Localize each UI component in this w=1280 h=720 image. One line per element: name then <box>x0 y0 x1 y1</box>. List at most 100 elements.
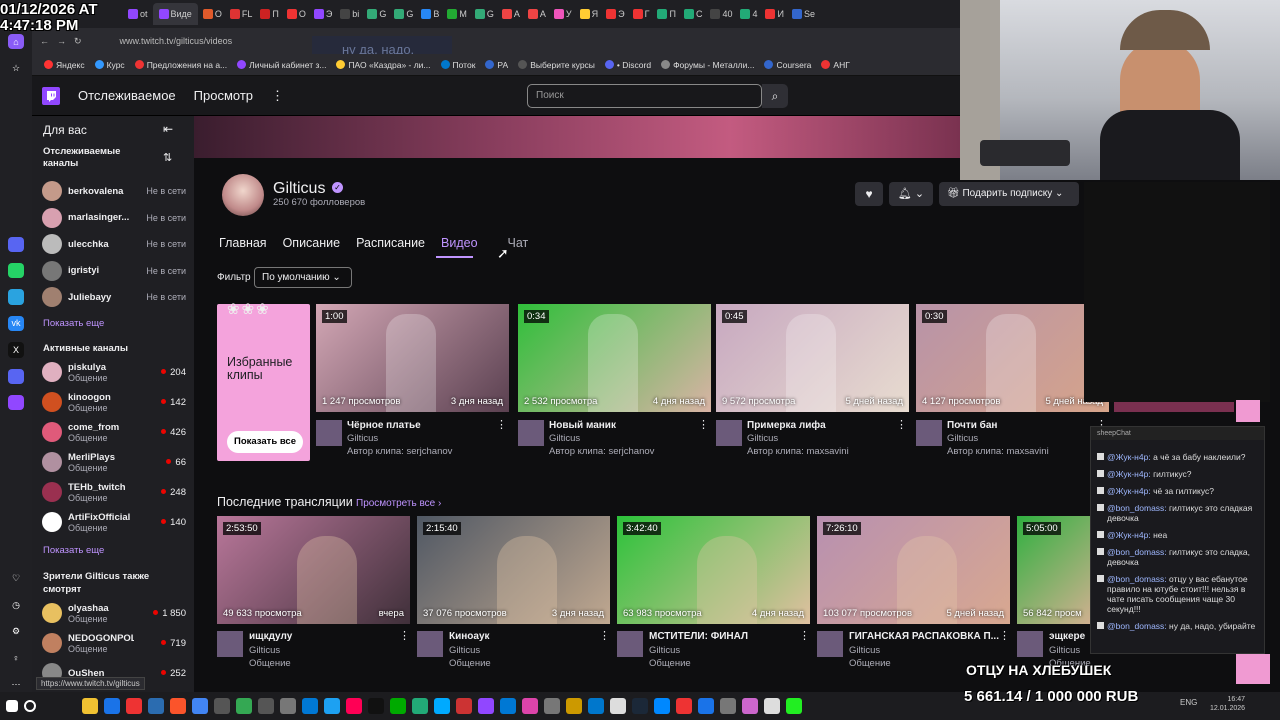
settings-icon[interactable]: ⚙ <box>8 624 24 639</box>
clip-title[interactable]: Почти бан <box>947 420 997 431</box>
browser-tab[interactable]: ot <box>125 3 151 25</box>
stream-title[interactable]: МСТИТЕЛИ: ФИНАЛ <box>649 631 748 642</box>
bookmark-item[interactable]: ПАО «Каздра» - ли... <box>336 60 431 70</box>
taskbar-app-icon[interactable] <box>698 698 714 714</box>
stream-title[interactable]: эщкере <box>1049 631 1085 642</box>
discord-icon[interactable] <box>8 368 24 384</box>
sidebar-channel[interactable]: kinoogon Общение 142 <box>42 389 194 415</box>
stream-category[interactable]: Общение <box>449 658 491 669</box>
taskbar-app-icon[interactable] <box>148 698 164 714</box>
nav-browse[interactable]: Просмотр <box>194 88 253 103</box>
nav-more-icon[interactable]: ⋮ <box>271 88 284 104</box>
stream-title[interactable]: ГИГАНСКАЯ РАСПАКОВКА П... <box>849 631 999 642</box>
sidebar-channel[interactable]: ulecchka Не в сети <box>42 231 194 257</box>
stream-menu-icon[interactable]: ⋮ <box>599 629 610 642</box>
taskbar-app-icon[interactable] <box>368 698 384 714</box>
channel-tab[interactable]: Главная <box>219 236 267 250</box>
stream-category[interactable]: Общение <box>849 658 891 669</box>
clip-thumbnail[interactable]: 1:00 1 247 просмотров 3 дня назад <box>316 304 509 412</box>
search-taskbar-icon[interactable] <box>24 700 36 712</box>
stream-channel[interactable]: Gilticus <box>849 645 880 656</box>
featured-clips-card[interactable]: ❀❀❀ Избранные клипы Показать все <box>217 301 310 461</box>
sidebar-channel[interactable]: igristyi Не в сети <box>42 258 194 284</box>
avatar[interactable] <box>716 420 742 446</box>
sidebar-channel[interactable]: Juliebayy Не в сети <box>42 284 194 310</box>
taskbar-app-icon[interactable] <box>280 698 296 714</box>
bookmark-item[interactable]: • Discord <box>604 60 651 70</box>
clip-thumbnail[interactable]: 0:30 4 127 просмотров 5 дней назад <box>916 304 1109 412</box>
sort-icon[interactable]: ⇅ <box>163 151 172 164</box>
taskbar-app-icon[interactable] <box>104 698 120 714</box>
bookmark-item[interactable]: Поток <box>440 60 475 70</box>
browser-tab[interactable]: С <box>681 3 706 25</box>
star-icon[interactable]: ☆ <box>8 60 24 75</box>
stream-thumbnail[interactable]: 2:53:50 49 633 просмотра вчера <box>217 516 410 624</box>
avatar[interactable] <box>1017 631 1043 657</box>
taskbar-app-icon[interactable] <box>632 698 648 714</box>
channel-avatar[interactable] <box>222 174 264 216</box>
clip-menu-icon[interactable]: ⋮ <box>496 418 507 431</box>
browser-tab[interactable]: Г <box>630 3 653 25</box>
sidebar-channel[interactable]: olyashaa Общение 1 850 <box>42 600 194 626</box>
taskbar-app-icon[interactable] <box>544 698 560 714</box>
browser-tab[interactable]: О <box>284 3 309 25</box>
browser-tab[interactable]: G <box>391 3 416 25</box>
sidebar-channel[interactable]: come_from Общение 426 <box>42 419 194 445</box>
taskbar-app-icon[interactable] <box>412 698 428 714</box>
taskbar-app-icon[interactable] <box>82 698 98 714</box>
vk-icon[interactable]: vk <box>8 315 24 332</box>
taskbar-app-icon[interactable] <box>390 698 406 714</box>
browser-tab[interactable]: Виде <box>152 3 198 25</box>
bookmark-item[interactable]: Выберите курсы <box>518 60 595 70</box>
collapse-icon[interactable]: ⇤ <box>163 122 173 136</box>
browser-tab[interactable]: О <box>200 3 225 25</box>
browser-tab[interactable]: G <box>472 3 497 25</box>
stream-title[interactable]: ищкдулу <box>249 631 292 642</box>
search-input[interactable]: Поиск <box>527 84 762 108</box>
x-icon[interactable]: X <box>8 342 24 358</box>
stream-thumbnail[interactable]: 5:05:00 56 842 просм <box>1017 516 1157 624</box>
clip-channel[interactable]: Gilticus <box>947 433 978 444</box>
stream-channel[interactable]: Gilticus <box>1049 645 1080 656</box>
bookmark-item[interactable]: Форумы - Металли... <box>661 60 754 70</box>
more-icon[interactable]: ⋯ <box>8 677 24 692</box>
stream-menu-icon[interactable]: ⋮ <box>799 629 810 642</box>
clip-title[interactable]: Новый маник <box>549 420 616 431</box>
search-icon[interactable]: ⌕ <box>762 84 788 108</box>
taskbar-app-icon[interactable] <box>742 698 758 714</box>
stream-channel[interactable]: Gilticus <box>649 645 680 656</box>
clip-menu-icon[interactable]: ⋮ <box>896 418 907 431</box>
bookmark-item[interactable]: Coursera <box>764 60 811 70</box>
show-all-clips-button[interactable]: Показать все <box>227 431 303 453</box>
browser-tab[interactable]: FL <box>227 3 256 25</box>
channel-tab[interactable]: Расписание <box>356 236 425 250</box>
browser-tab[interactable]: М <box>444 3 470 25</box>
stream-thumbnail[interactable]: 7:26:10 103 077 просмотров 5 дней назад <box>817 516 1010 624</box>
taskbar-app-icon[interactable] <box>258 698 274 714</box>
gift-sub-button[interactable]: 🎁︎ Подарить подписку ⌄ <box>939 182 1079 206</box>
sidebar-channel[interactable]: MerliPlays Общение 66 <box>42 449 194 475</box>
taskbar-app-icon[interactable] <box>324 698 340 714</box>
home-icon[interactable]: ⌂ <box>8 34 24 50</box>
bookmark-item[interactable]: Предложения на а... <box>134 60 227 70</box>
sidebar-channel[interactable]: berkovalena Не в сети <box>42 178 194 204</box>
clip-author[interactable]: Автор клипа: serjchanov <box>347 446 452 457</box>
avatar[interactable] <box>916 420 942 446</box>
channel-tab[interactable]: Видео <box>441 236 478 250</box>
browser-tab[interactable]: G <box>364 3 389 25</box>
filter-select[interactable]: По умолчанию ⌄ <box>254 267 352 288</box>
browser-tab[interactable]: А <box>525 3 549 25</box>
stream-category[interactable]: Общение <box>649 658 691 669</box>
browser-tab[interactable]: 40 <box>707 3 735 25</box>
bookmark-item[interactable]: Курс <box>94 60 125 70</box>
telegram-icon[interactable] <box>8 289 24 305</box>
browser-tab[interactable]: bi <box>337 3 362 25</box>
bookmark-item[interactable]: Личный кабинет з... <box>237 60 326 70</box>
taskbar-app-icon[interactable] <box>720 698 736 714</box>
clip-channel[interactable]: Gilticus <box>549 433 580 444</box>
view-all-link[interactable]: Просмотреть все › <box>356 498 441 509</box>
clip-author[interactable]: Автор клипа: serjchanov <box>549 446 654 457</box>
taskbar-app-icon[interactable] <box>610 698 626 714</box>
sidebar-channel[interactable]: TEHb_twitch Общение 248 <box>42 479 194 505</box>
app-icon-1[interactable] <box>8 236 24 253</box>
